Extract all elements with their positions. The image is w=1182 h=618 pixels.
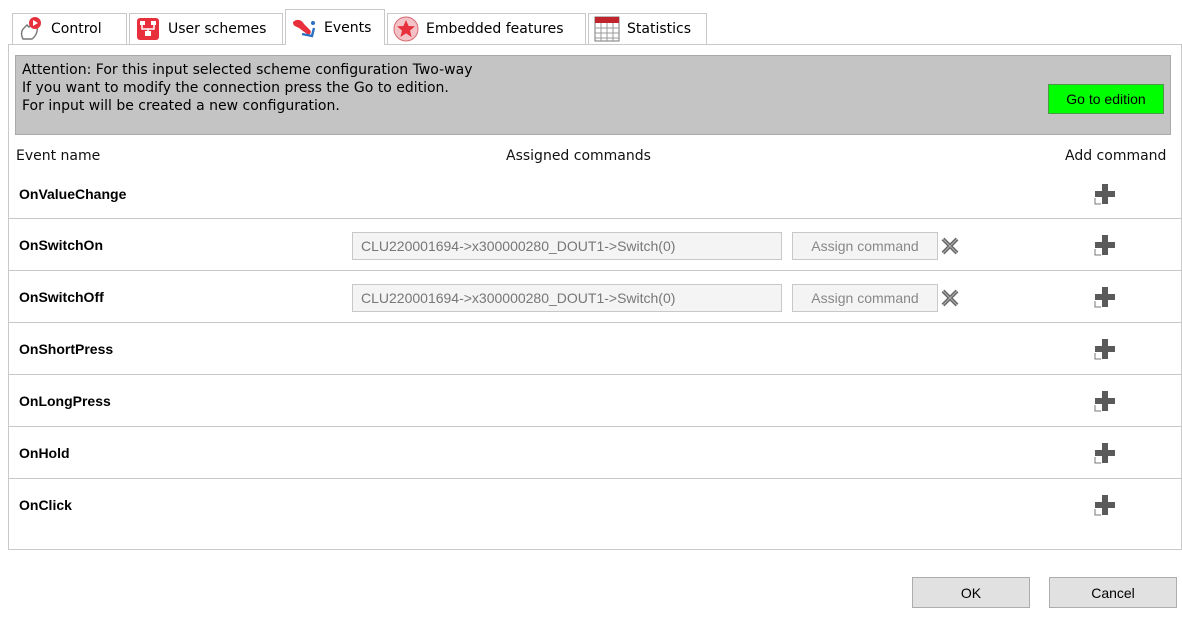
attention-line-1: Attention: For this input selected schem… xyxy=(22,62,473,78)
event-row: OnLongPress xyxy=(9,375,1181,427)
event-row: OnClick xyxy=(9,479,1181,531)
assign-command-button[interactable]: Assign command xyxy=(792,232,938,260)
event-row: OnSwitchOn CLU220001694->x300000280_DOUT… xyxy=(9,219,1181,271)
column-header-event-name: Event name xyxy=(16,148,101,164)
tab-bar: Control User schemes Events Embedded fea… xyxy=(8,8,1182,45)
tab-label: User schemes xyxy=(168,21,267,37)
event-name: OnLongPress xyxy=(19,392,111,409)
hand-pointer-icon xyxy=(17,15,45,43)
go-to-edition-button[interactable]: Go to edition xyxy=(1048,84,1164,114)
add-command-icon[interactable] xyxy=(1093,389,1117,413)
tab-label: Embedded features xyxy=(426,21,564,37)
event-row: OnValueChange xyxy=(9,169,1181,219)
add-command-icon[interactable] xyxy=(1093,233,1117,257)
event-row: OnHold xyxy=(9,427,1181,479)
events-icon xyxy=(290,14,318,42)
tab-control[interactable]: Control xyxy=(12,13,127,44)
event-row: OnSwitchOff CLU220001694->x300000280_DOU… xyxy=(9,271,1181,323)
add-command-icon[interactable] xyxy=(1093,337,1117,361)
event-name: OnSwitchOff xyxy=(19,288,104,305)
column-header-add-command: Add command xyxy=(1065,148,1167,164)
assign-command-button[interactable]: Assign command xyxy=(792,284,938,312)
add-command-icon[interactable] xyxy=(1093,441,1117,465)
star-icon xyxy=(392,15,420,43)
assigned-command-field[interactable]: CLU220001694->x300000280_DOUT1->Switch(0… xyxy=(352,232,782,260)
tab-label: Statistics xyxy=(627,21,691,37)
event-name: OnValueChange xyxy=(19,185,127,202)
event-name: OnClick xyxy=(19,497,72,513)
tab-statistics[interactable]: Statistics xyxy=(588,13,707,44)
remove-command-icon[interactable] xyxy=(940,236,960,256)
dialog-footer: OK Cancel xyxy=(0,551,1182,618)
add-command-icon[interactable] xyxy=(1093,493,1117,517)
tab-user-schemes[interactable]: User schemes xyxy=(129,13,283,44)
cancel-button[interactable]: Cancel xyxy=(1049,577,1177,608)
tab-label: Events xyxy=(324,19,372,36)
tab-events[interactable]: Events xyxy=(285,9,385,45)
attention-line-3: For input will be created a new configur… xyxy=(22,98,340,114)
attention-line-2: If you want to modify the connection pre… xyxy=(22,80,449,96)
attention-banner: Attention: For this input selected schem… xyxy=(15,55,1171,135)
tab-label: Control xyxy=(51,21,102,37)
add-command-icon[interactable] xyxy=(1093,182,1117,206)
calendar-grid-icon xyxy=(593,15,621,43)
events-list: OnValueChange OnSwitchOn CLU220001694->x… xyxy=(9,169,1181,531)
event-name: OnShortPress xyxy=(19,340,114,357)
column-header-assigned-commands: Assigned commands xyxy=(506,148,651,164)
add-command-icon[interactable] xyxy=(1093,285,1117,309)
events-panel: Attention: For this input selected schem… xyxy=(8,45,1182,550)
event-name: OnHold xyxy=(19,444,70,461)
event-row: OnShortPress xyxy=(9,323,1181,375)
ok-button[interactable]: OK xyxy=(912,577,1030,608)
assigned-command-field[interactable]: CLU220001694->x300000280_DOUT1->Switch(0… xyxy=(352,284,782,312)
event-name: OnSwitchOn xyxy=(19,236,103,253)
tab-embedded-features[interactable]: Embedded features xyxy=(387,13,586,44)
remove-command-icon[interactable] xyxy=(940,288,960,308)
user-schemes-icon xyxy=(134,15,162,43)
